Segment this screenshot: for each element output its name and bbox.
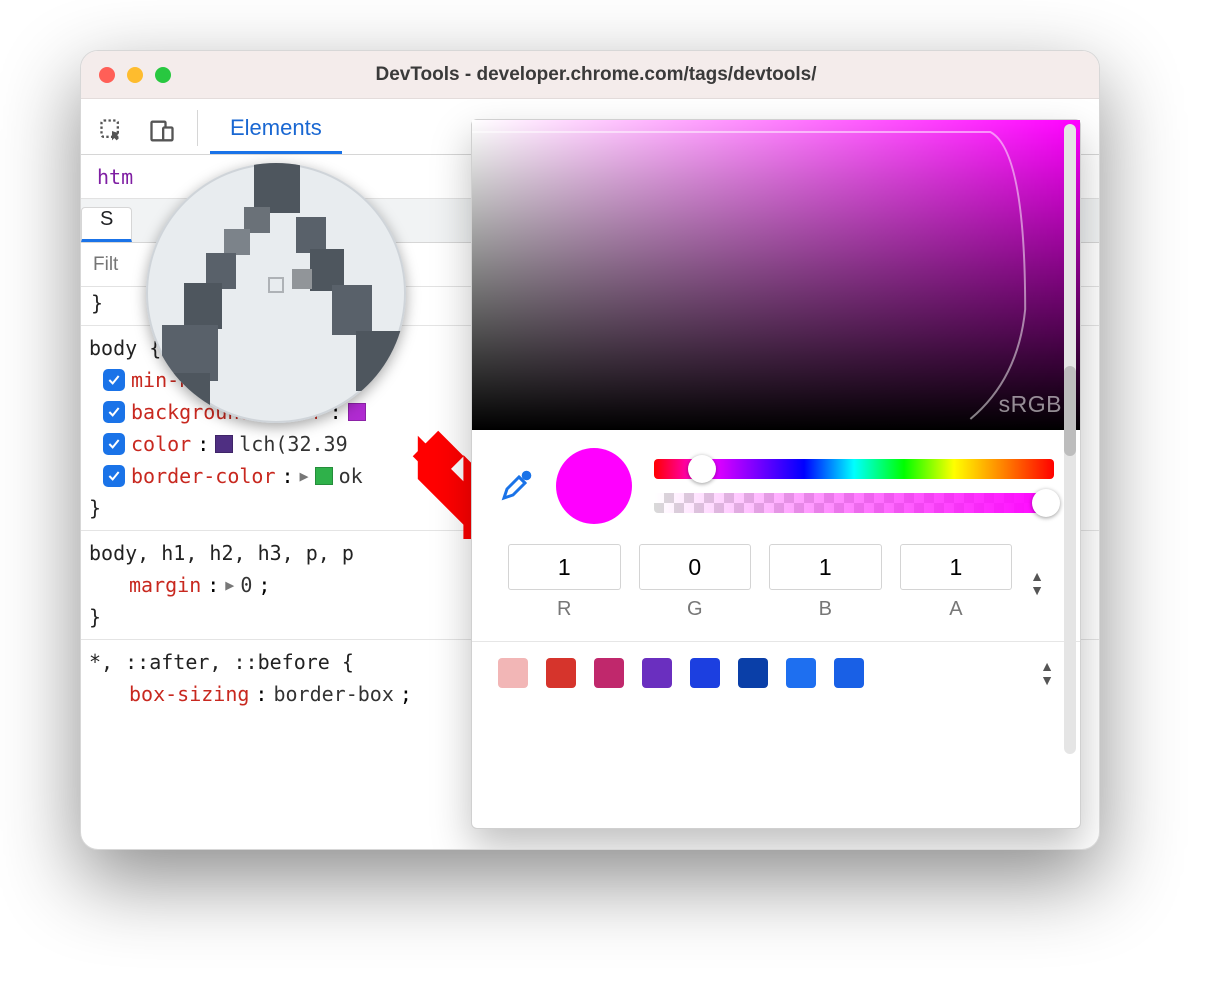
gamut-boundary-line [472, 120, 1080, 429]
alpha-slider[interactable] [654, 493, 1054, 513]
inspect-element-icon[interactable] [89, 108, 135, 154]
palette-swatch[interactable] [834, 658, 864, 688]
prop-toggle-checkbox[interactable] [103, 401, 125, 423]
palette-swatch[interactable] [786, 658, 816, 688]
channel-g-label: G [639, 598, 752, 621]
color-format-stepper[interactable]: ▲ ▼ [1030, 569, 1044, 597]
gamut-label: sRGB [999, 391, 1062, 418]
palette-swatch[interactable] [690, 658, 720, 688]
color-swatch[interactable] [348, 403, 366, 421]
selector-dim: , ::after, ::before [101, 650, 330, 674]
color-swatch[interactable] [315, 467, 333, 485]
toolbar-divider [197, 110, 198, 146]
channel-r-label: R [508, 598, 621, 621]
prop-name[interactable]: margin [129, 569, 201, 601]
subtab-styles[interactable]: S [81, 207, 132, 242]
chevron-up-icon[interactable]: ▲ [1040, 659, 1054, 673]
window-controls [99, 67, 171, 83]
prop-toggle-checkbox[interactable] [103, 465, 125, 487]
hue-slider[interactable] [654, 459, 1054, 479]
prop-toggle-checkbox[interactable] [103, 369, 125, 391]
palette-set-stepper[interactable]: ▲ ▼ [1040, 659, 1054, 687]
devtools-window: DevTools - developer.chrome.com/tags/dev… [80, 50, 1100, 850]
channel-a-input[interactable] [900, 544, 1013, 590]
window-title: DevTools - developer.chrome.com/tags/dev… [171, 64, 1081, 86]
expand-icon[interactable]: ▶ [300, 464, 309, 488]
popover-scrollbar-thumb[interactable] [1064, 366, 1076, 456]
channel-a-label: A [900, 598, 1013, 621]
channel-r-input[interactable] [508, 544, 621, 590]
color-picker-popover: sRGB [471, 119, 1081, 829]
channel-b-label: B [769, 598, 882, 621]
eyedropper-icon[interactable] [498, 468, 534, 504]
palette-row: ▲ ▼ [472, 641, 1080, 704]
prop-value[interactable]: border-box [273, 678, 393, 710]
chevron-down-icon[interactable]: ▼ [1030, 583, 1044, 597]
palette-swatch[interactable] [498, 658, 528, 688]
chevron-down-icon[interactable]: ▼ [1040, 673, 1054, 687]
selector[interactable]: * [89, 650, 101, 674]
channel-inputs: R G B A ▲ ▼ [472, 532, 1080, 627]
selector-dim: , h1, h2, h3, p, p [137, 541, 354, 565]
channel-g-input[interactable] [639, 544, 752, 590]
expand-icon[interactable]: ▶ [225, 573, 234, 597]
tab-elements[interactable]: Elements [210, 115, 342, 154]
prop-value[interactable]: ok [339, 460, 363, 492]
chevron-up-icon[interactable]: ▲ [1030, 569, 1044, 583]
palette-swatch[interactable] [546, 658, 576, 688]
titlebar: DevTools - developer.chrome.com/tags/dev… [81, 51, 1099, 99]
current-color-swatch[interactable] [556, 448, 632, 524]
breadcrumb-item[interactable]: htm [97, 165, 133, 189]
selector[interactable]: body [89, 541, 137, 565]
sample-target-icon [268, 277, 284, 293]
palette-swatch[interactable] [594, 658, 624, 688]
color-spectrum[interactable]: sRGB [472, 120, 1080, 430]
prop-value[interactable]: 0 [240, 569, 252, 601]
hue-slider-thumb[interactable] [688, 455, 716, 483]
minimize-window-button[interactable] [127, 67, 143, 83]
alpha-slider-thumb[interactable] [1032, 489, 1060, 517]
selector[interactable]: body [89, 336, 137, 360]
palette-swatch[interactable] [642, 658, 672, 688]
prop-toggle-checkbox[interactable] [103, 433, 125, 455]
color-swatch[interactable] [215, 435, 233, 453]
zoom-window-button[interactable] [155, 67, 171, 83]
prop-value[interactable]: lch(32.39 [239, 428, 347, 460]
prop-name[interactable]: box-sizing [129, 678, 249, 710]
prop-name[interactable]: border-color [131, 460, 276, 492]
close-brace: } [89, 291, 103, 315]
palette-swatch[interactable] [738, 658, 768, 688]
close-window-button[interactable] [99, 67, 115, 83]
device-toolbar-icon[interactable] [139, 108, 185, 154]
picker-controls [472, 430, 1080, 532]
channel-b-input[interactable] [769, 544, 882, 590]
eyedropper-magnifier[interactable] [146, 163, 406, 423]
prop-name[interactable]: color [131, 428, 191, 460]
